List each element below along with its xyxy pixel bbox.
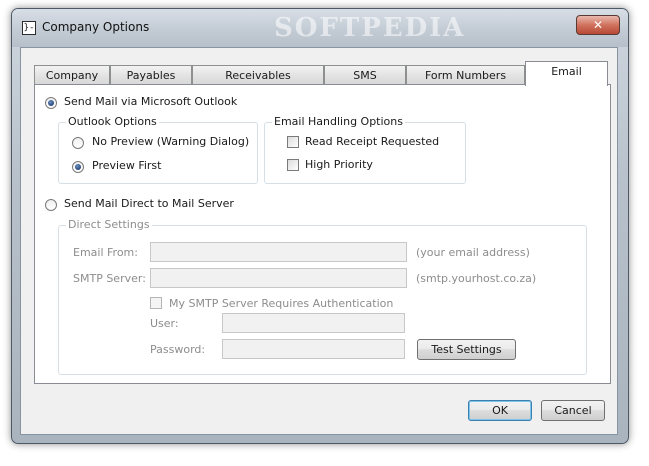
close-icon: ✕ <box>592 18 604 32</box>
direct-settings-title: Direct Settings <box>66 218 152 231</box>
send-direct-radio[interactable] <box>45 199 57 211</box>
send-outlook-radio[interactable] <box>45 97 57 109</box>
email-from-label: Email From: <box>73 246 138 259</box>
smtp-auth-checkbox[interactable] <box>150 297 162 309</box>
email-handling-title: Email Handling Options <box>272 115 405 128</box>
smtp-server-hint: (smtp.yourhost.co.za) <box>416 272 537 285</box>
tab-email[interactable]: Email <box>525 61 608 86</box>
no-preview-radio[interactable] <box>72 137 84 149</box>
tab-receivables[interactable]: Receivables <box>192 65 324 85</box>
no-preview-label[interactable]: No Preview (Warning Dialog) <box>92 135 249 148</box>
tab-form-numbers[interactable]: Form Numbers <box>406 65 525 85</box>
direct-settings-group: Direct Settings Email From: (your email … <box>58 218 587 375</box>
tab-label: Company <box>45 69 99 82</box>
tab-label: Receivables <box>225 69 291 82</box>
tab-label: Email <box>551 65 582 78</box>
watermark: SOFTPEDIA <box>274 13 466 43</box>
tab-label: SMS <box>353 69 377 82</box>
preview-first-radio[interactable] <box>72 161 84 173</box>
tab-label: Payables <box>126 69 176 82</box>
send-outlook-label[interactable]: Send Mail via Microsoft Outlook <box>64 95 237 108</box>
smtp-server-input[interactable] <box>150 268 407 288</box>
high-priority-label[interactable]: High Priority <box>305 158 373 171</box>
email-from-input[interactable] <box>150 242 407 262</box>
title-bar[interactable]: }- Company Options SOFTPEDIA ✕ <box>12 9 628 47</box>
email-tab-panel: Send Mail via Microsoft Outlook Outlook … <box>34 84 611 384</box>
read-receipt-label[interactable]: Read Receipt Requested <box>305 135 439 148</box>
user-label: User: <box>150 317 179 330</box>
dialog-client-area: Company Payables Receivables SMS Form Nu… <box>20 47 618 435</box>
outlook-options-title: Outlook Options <box>66 115 159 128</box>
password-input[interactable] <box>222 339 405 359</box>
user-input[interactable] <box>222 313 405 333</box>
smtp-server-label: SMTP Server: <box>73 272 146 285</box>
app-icon[interactable]: }- <box>22 21 36 35</box>
tab-company[interactable]: Company <box>34 65 110 85</box>
close-button[interactable]: ✕ <box>576 15 620 35</box>
read-receipt-checkbox[interactable] <box>287 136 299 148</box>
password-label: Password: <box>150 343 206 356</box>
tab-sms[interactable]: SMS <box>324 65 406 85</box>
email-from-hint: (your email address) <box>416 246 530 259</box>
send-direct-label[interactable]: Send Mail Direct to Mail Server <box>64 197 234 210</box>
high-priority-checkbox[interactable] <box>287 159 299 171</box>
email-handling-group: Email Handling Options Read Receipt Requ… <box>264 115 466 184</box>
cancel-button[interactable]: Cancel <box>541 400 605 421</box>
tab-label: Form Numbers <box>424 69 507 82</box>
dialog-window: }- Company Options SOFTPEDIA ✕ Company P… <box>11 8 629 444</box>
preview-first-label[interactable]: Preview First <box>92 159 161 172</box>
smtp-auth-label[interactable]: My SMTP Server Requires Authentication <box>169 297 393 310</box>
tab-payables[interactable]: Payables <box>110 65 192 85</box>
ok-button[interactable]: OK <box>468 400 532 421</box>
test-settings-button[interactable]: Test Settings <box>417 339 516 360</box>
window-title: Company Options <box>42 20 150 34</box>
outlook-options-group: Outlook Options No Preview (Warning Dial… <box>58 115 258 184</box>
